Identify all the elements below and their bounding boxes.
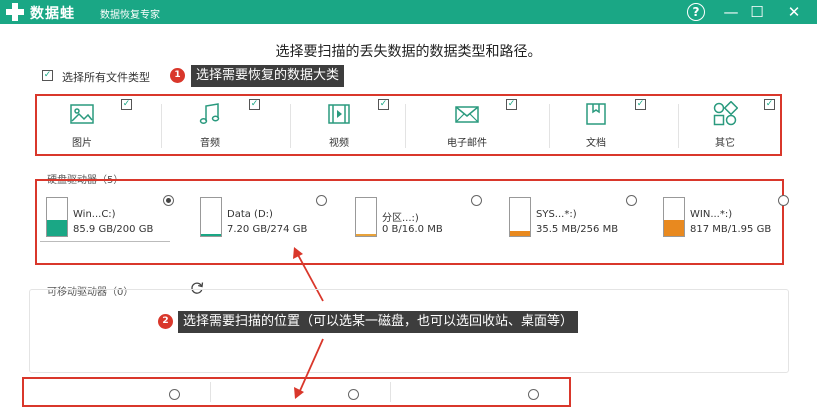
divider	[210, 382, 211, 402]
image-icon	[70, 104, 94, 124]
drive-size: 85.9 GB/200 GB	[73, 224, 154, 235]
drive-icon	[509, 197, 531, 237]
annotation-callout-2: 选择需要扫描的位置（可以选某一磁盘，也可以选回收站、桌面等）	[178, 311, 579, 333]
app-subtitle: 数据恢复专家	[100, 10, 160, 21]
file-type-email[interactable]: ✓ 电子邮件	[407, 99, 527, 151]
page-heading: 选择要扫描的丢失数据的数据类型和路径。	[275, 44, 542, 60]
locations-highlight	[22, 377, 571, 407]
annotation-badge-2: 2	[158, 314, 173, 329]
file-type-document-label: 文档	[586, 138, 606, 149]
annotation-badge-1: 1	[170, 68, 185, 83]
drive-name: SYS...*:)	[536, 209, 577, 220]
maximize-button[interactable]: ☐	[747, 2, 767, 22]
drive-item[interactable]: SYS...*:) 35.5 MB/256 MB	[503, 193, 643, 245]
close-button[interactable]: ✕	[784, 2, 804, 22]
file-type-other[interactable]: ✓ 其它	[665, 99, 785, 151]
selected-underline	[40, 241, 170, 242]
file-type-other-checkbox[interactable]: ✓	[764, 99, 775, 110]
drive-icon	[355, 197, 377, 237]
file-type-audio[interactable]: ✓ 音频	[150, 99, 270, 151]
drive-usage-fill	[356, 234, 376, 236]
drive-size: 35.5 MB/256 MB	[536, 224, 619, 235]
drive-usage-fill	[201, 233, 221, 236]
drive-usage-fill	[47, 219, 67, 236]
drive-radio[interactable]	[163, 195, 174, 206]
music-icon	[199, 103, 220, 124]
location-radio[interactable]	[528, 389, 539, 400]
drive-item[interactable]: WIN...*:) 817 MB/1.95 GB	[657, 193, 797, 245]
file-type-video[interactable]: ✓ 视频	[279, 99, 399, 151]
drive-usage-fill	[664, 220, 684, 236]
file-type-image[interactable]: ✓ 图片	[22, 99, 142, 151]
drive-radio[interactable]	[471, 195, 482, 206]
drive-size: 0 B/16.0 MB	[382, 224, 443, 235]
select-all-checkbox[interactable]: ✓	[42, 70, 53, 81]
drive-icon	[200, 197, 222, 237]
file-type-other-label: 其它	[715, 138, 735, 149]
select-all-label: 选择所有文件类型	[62, 71, 150, 84]
title-bar: 数据蛙 数据恢复专家 ? — ☐ ✕	[0, 0, 817, 24]
file-type-video-checkbox[interactable]: ✓	[378, 99, 389, 110]
drive-name: Win...C:)	[73, 209, 116, 220]
drive-name: Data (D:)	[227, 209, 273, 220]
annotation-callout-1: 选择需要恢复的数据大类	[191, 65, 345, 87]
file-type-video-label: 视频	[329, 138, 349, 149]
drive-item[interactable]: 分区...:) 0 B/16.0 MB	[349, 193, 489, 245]
mail-icon	[455, 106, 479, 123]
help-button[interactable]: ?	[687, 3, 705, 21]
app-logo-icon	[6, 3, 24, 21]
document-icon	[586, 103, 606, 125]
drive-name: 分区...:)	[382, 213, 419, 224]
file-type-image-label: 图片	[72, 138, 92, 149]
video-icon	[328, 104, 350, 124]
file-type-image-checkbox[interactable]: ✓	[121, 99, 132, 110]
drive-size: 817 MB/1.95 GB	[690, 224, 772, 235]
app-title: 数据蛙	[30, 6, 75, 22]
file-type-audio-checkbox[interactable]: ✓	[249, 99, 260, 110]
minimize-button[interactable]: —	[721, 2, 741, 22]
divider	[405, 104, 406, 148]
drive-radio[interactable]	[626, 195, 637, 206]
location-radio[interactable]	[348, 389, 359, 400]
drive-size: 7.20 GB/274 GB	[227, 224, 308, 235]
divider	[390, 382, 391, 402]
drive-icon	[46, 197, 68, 237]
file-type-document[interactable]: ✓ 文档	[536, 99, 656, 151]
file-type-document-checkbox[interactable]: ✓	[635, 99, 646, 110]
drive-radio[interactable]	[778, 195, 789, 206]
drive-radio[interactable]	[316, 195, 327, 206]
drive-icon	[663, 197, 685, 237]
other-icon	[713, 101, 738, 126]
file-type-email-label: 电子邮件	[447, 138, 487, 149]
file-type-audio-label: 音频	[200, 138, 220, 149]
file-type-email-checkbox[interactable]: ✓	[506, 99, 517, 110]
drive-usage-fill	[510, 230, 530, 236]
drive-name: WIN...*:)	[690, 209, 733, 220]
drive-item[interactable]: Win...C:) 85.9 GB/200 GB	[40, 193, 180, 245]
location-radio[interactable]	[169, 389, 180, 400]
drive-item[interactable]: Data (D:) 7.20 GB/274 GB	[194, 193, 334, 245]
